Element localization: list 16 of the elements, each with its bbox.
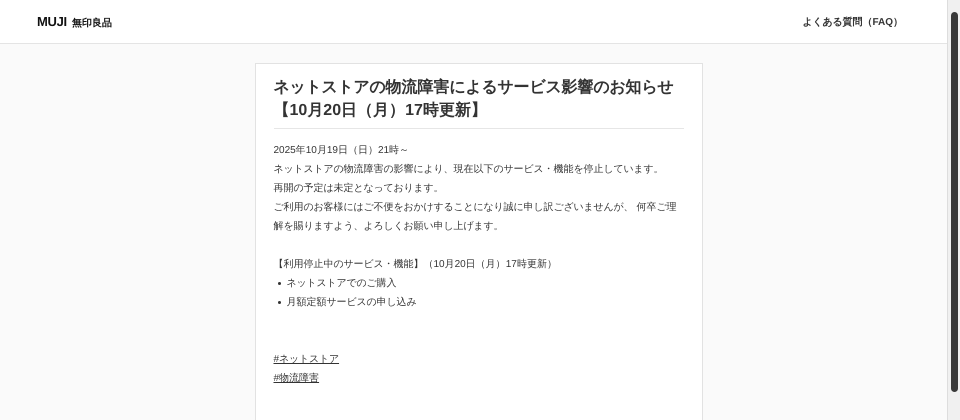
tag-link[interactable]: #ネットストア — [274, 350, 340, 369]
bullet-icon — [278, 282, 280, 285]
notice-paragraph: 再開の予定は未定となっております。 — [274, 182, 444, 196]
faq-link[interactable]: よくある質問（FAQ） — [802, 14, 903, 28]
list-item: ネットストアでのご購入 — [286, 276, 396, 291]
scrollbar-thumb[interactable] — [950, 12, 958, 392]
notice-paragraph: ネットストアの物流障害の影響により、現在以下のサービス・機能を停止しています。 — [274, 162, 664, 177]
scrollbar[interactable] — [947, 0, 960, 420]
notice-title: ネットストアの物流障害によるサービス影響のお知らせ【10月20日（月）17時更新】 — [274, 76, 684, 129]
list-item: 月額定額サービスの申し込み — [286, 296, 416, 310]
bullet-icon — [278, 301, 280, 304]
tag-link[interactable]: #物流障害 — [274, 369, 320, 388]
site-logo[interactable]: MUJI 無印良品 — [37, 14, 112, 30]
notice-date: 2025年10月19日（日）21時～ — [274, 144, 410, 158]
notice-paragraph: ご利用のお客様にはご不便をおかけすることになり誠に申し訳ございませんが、 何卒ご理解を賜りますよう、よろしくお願い申し上げます。 — [274, 200, 678, 234]
section-heading: 【利用停止中のサービス・機能】（10月20日（月）17時更新） — [274, 258, 558, 272]
